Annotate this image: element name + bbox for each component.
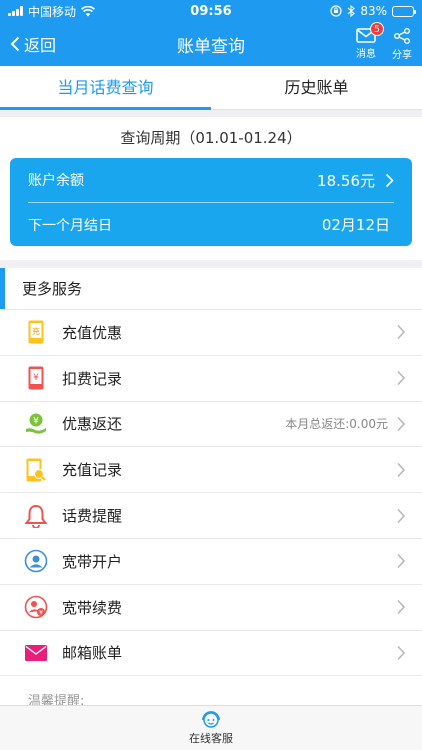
- broadband-renew-icon: ¥: [24, 595, 48, 619]
- chevron-right-icon: [397, 462, 406, 477]
- chevron-right-icon: [397, 325, 406, 340]
- back-label: 返回: [24, 36, 57, 55]
- signal-icon: [8, 6, 23, 16]
- balance-row[interactable]: 账户余额 18.56元: [28, 158, 394, 202]
- rebate-total: 本月总返还:0.00元: [285, 417, 388, 432]
- service-rebate[interactable]: ¥ 优惠返还 本月总返还:0.00元: [0, 402, 422, 448]
- service-label: 充值记录: [62, 461, 123, 480]
- online-service-label: 在线客服: [189, 732, 233, 745]
- service-label: 宽带开户: [62, 552, 123, 571]
- online-service-button[interactable]: 在线客服: [0, 705, 422, 750]
- svg-text:¥: ¥: [33, 373, 39, 383]
- chevron-right-icon: [397, 416, 406, 432]
- svg-text:充: 充: [32, 326, 40, 336]
- recharge-record-icon: [24, 458, 48, 482]
- service-deduction-record[interactable]: ¥ 扣费记录: [0, 356, 422, 402]
- service-label: 邮箱账单: [62, 644, 123, 663]
- service-label: 优惠返还: [62, 415, 123, 434]
- messages-button[interactable]: 5 消息: [356, 21, 384, 61]
- chevron-right-icon: [397, 371, 406, 386]
- nav-bar: 返回 账单查询 5 消息 分享: [0, 21, 422, 66]
- back-button[interactable]: 返回: [10, 32, 56, 56]
- bell-icon: [24, 504, 48, 528]
- bluetooth-icon: [347, 5, 356, 17]
- next-billing-value: 02月12日: [321, 216, 390, 234]
- service-bill-reminder[interactable]: 话费提醒: [0, 493, 422, 539]
- chevron-right-icon: [397, 554, 406, 569]
- service-label: 话费提醒: [62, 507, 123, 526]
- service-broadband-renew[interactable]: ¥ 宽带续费: [0, 585, 422, 631]
- battery-icon: [392, 5, 416, 17]
- status-bar: 中国移动 09:56 83%: [0, 0, 422, 22]
- battery-percent: 83%: [360, 4, 387, 18]
- messages-badge: 5: [370, 21, 384, 36]
- service-recharge-offer[interactable]: 充 充值优惠: [0, 310, 422, 356]
- share-icon: [394, 27, 410, 44]
- balance-label: 账户余额: [28, 173, 84, 189]
- service-broadband-open[interactable]: 宽带开户: [0, 539, 422, 585]
- service-mail-bill[interactable]: 邮箱账单: [0, 631, 422, 677]
- chevron-left-icon: [10, 36, 20, 52]
- wifi-icon: [81, 5, 95, 16]
- service-recharge-record[interactable]: 充值记录: [0, 447, 422, 494]
- next-billing-label: 下一个月结日: [28, 217, 112, 234]
- balance-value: 18.56元: [317, 171, 375, 190]
- bill-panel: 查询周期（01.01-01.24） 账户余额 18.56元 下一个月结日 02月…: [0, 117, 422, 260]
- share-button[interactable]: 分享: [392, 27, 412, 61]
- tab-current-month[interactable]: 当月话费查询: [0, 66, 211, 109]
- chevron-right-icon: [397, 600, 406, 615]
- svg-text:¥: ¥: [33, 416, 39, 426]
- svg-text:¥: ¥: [39, 610, 43, 617]
- broadband-open-icon: [24, 549, 48, 573]
- share-label: 分享: [392, 49, 412, 61]
- service-label: 宽带续费: [62, 598, 123, 617]
- recharge-offer-icon: 充: [24, 320, 48, 344]
- carrier-name: 中国移动: [28, 4, 77, 19]
- services-heading: 更多服务: [0, 268, 422, 310]
- rebate-icon: ¥: [24, 412, 48, 436]
- orientation-lock-icon: [330, 5, 342, 17]
- service-label: 扣费记录: [62, 369, 123, 388]
- messages-label: 消息: [356, 48, 376, 60]
- mail-bill-icon: [24, 641, 48, 665]
- next-billing-row: 下一个月结日 02月12日: [28, 202, 394, 246]
- tab-indicator: [0, 107, 211, 110]
- chevron-right-icon: [397, 645, 406, 661]
- deduction-record-icon: ¥: [24, 366, 48, 390]
- tab-history[interactable]: 历史账单: [211, 66, 422, 109]
- header: 中国移动 09:56 83% 返回 账单查询 5 消息 分享: [0, 0, 422, 66]
- more-services: 更多服务 充 充值优惠 ¥ 扣费记录 ¥ 优惠返还 本月总返还:0.00元 充值…: [0, 268, 422, 677]
- chevron-right-icon: [397, 508, 406, 523]
- query-period: 查询周期（01.01-01.24）: [120, 129, 302, 147]
- chevron-right-icon: [385, 173, 394, 187]
- tab-bar: 当月话费查询 历史账单: [0, 66, 422, 110]
- balance-card: 账户余额 18.56元 下一个月结日 02月12日: [10, 158, 412, 246]
- service-label: 充值优惠: [62, 323, 123, 342]
- customer-service-icon: [202, 711, 220, 728]
